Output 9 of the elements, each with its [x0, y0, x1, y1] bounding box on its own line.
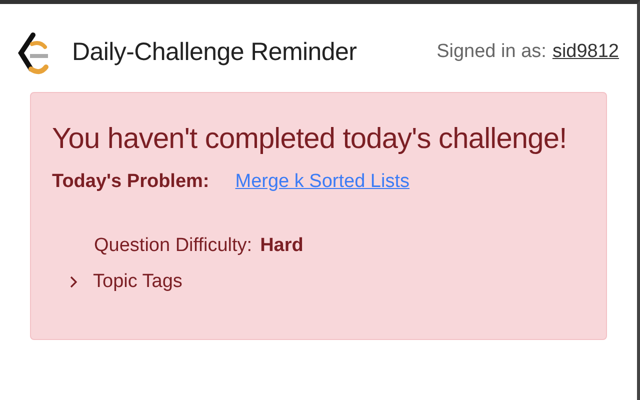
alert-heading: You haven't completed today's challenge! — [52, 123, 568, 156]
difficulty-label: Question Difficulty: — [94, 235, 252, 256]
difficulty-value: Hard — [260, 235, 304, 256]
app-title: Daily-Challenge Reminder — [72, 38, 358, 66]
problem-label: Today's Problem: — [52, 171, 210, 193]
chevron-icon — [69, 275, 78, 289]
topic-tags-toggle[interactable]: Topic Tags — [69, 271, 182, 293]
signed-in-label: Signed in as: — [436, 41, 546, 63]
username-link[interactable]: sid9812 — [552, 41, 619, 63]
